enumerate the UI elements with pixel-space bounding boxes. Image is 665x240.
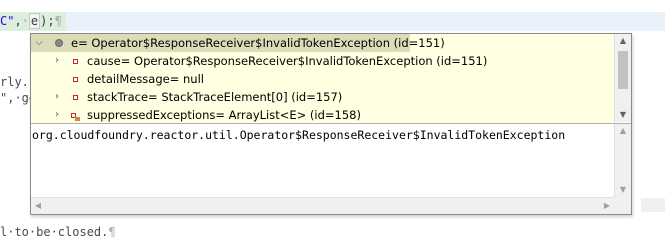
field-icon <box>73 77 78 82</box>
scroll-right-icon[interactable]: ▶ <box>600 198 614 214</box>
scrollbar-thumb[interactable] <box>618 51 628 89</box>
field-set-icon <box>71 113 80 121</box>
tree-row-cause[interactable]: › cause= Operator$ResponseReceiver$Inval… <box>31 52 613 70</box>
editor-horizontal-scrollbar[interactable] <box>641 198 665 212</box>
tree-vertical-scrollbar[interactable]: ▲ ▼ <box>614 34 631 122</box>
editor-line-fragment-top[interactable]: C",· e);¶ <box>0 12 66 31</box>
tree-row-label: e= Operator$ResponseReceiver$InvalidToke… <box>71 36 445 50</box>
detail-horizontal-scrollbar[interactable]: ◀ ▶ <box>31 197 614 214</box>
scroll-up-icon[interactable]: ▲ <box>615 124 631 138</box>
tree-row-detailmessage[interactable]: detailMessage= null <box>31 70 613 88</box>
scroll-down-icon[interactable]: ▼ <box>615 183 631 197</box>
current-line-highlight <box>66 12 665 31</box>
field-icon <box>73 95 78 100</box>
tree-row-label: stackTrace= StackTraceElement[0] (id=157… <box>87 90 343 104</box>
chevron-right-icon[interactable]: › <box>52 88 62 106</box>
chevron-down-icon[interactable]: ⌵ <box>34 34 44 52</box>
scroll-down-icon[interactable]: ▼ <box>615 108 631 122</box>
variable-tree: ⌵ e= Operator$ResponseReceiver$InvalidTo… <box>31 34 613 122</box>
chevron-right-icon[interactable]: › <box>52 106 62 122</box>
editor-line-fragment-bottom[interactable]: l·to·be·closed.¶ <box>0 224 116 240</box>
tree-row-label: suppressedExceptions= ArrayList<E> (id=1… <box>87 108 361 122</box>
detail-value-text[interactable]: org.cloudfoundry.reactor.util.Operator$R… <box>32 128 565 142</box>
tree-row-label: cause= Operator$ResponseReceiver$Invalid… <box>87 54 488 68</box>
detail-vertical-scrollbar[interactable]: ▲ ▼ <box>614 124 631 197</box>
detail-pane[interactable]: org.cloudfoundry.reactor.util.Operator$R… <box>31 123 631 214</box>
code-text: rly. <box>0 75 29 89</box>
tree-row-suppressedexceptions[interactable]: › suppressedExceptions= ArrayList<E> (id… <box>31 106 613 122</box>
chevron-right-icon[interactable]: › <box>52 52 62 70</box>
whitespace-marker: · <box>21 14 29 28</box>
scroll-up-icon[interactable]: ▲ <box>615 34 631 48</box>
debug-variable-popup: ⌵ e= Operator$ResponseReceiver$InvalidTo… <box>30 33 632 215</box>
field-icon <box>73 59 78 64</box>
pilcrow-marker: ¶ <box>108 225 116 239</box>
scroll-left-icon[interactable]: ◀ <box>31 198 45 214</box>
tree-row-e[interactable]: ⌵ e= Operator$ResponseReceiver$InvalidTo… <box>31 34 445 52</box>
variable-occurrence: e <box>28 13 41 29</box>
tree-row-stacktrace[interactable]: › stackTrace= StackTraceElement[0] (id=1… <box>31 88 613 106</box>
statement-end: ); <box>40 14 55 28</box>
scrollbar-corner <box>614 197 631 214</box>
code-text: l·to·be·closed. <box>0 225 109 239</box>
tree-row-label: detailMessage= null <box>87 72 204 86</box>
root-variable-icon <box>55 39 63 47</box>
comma: , <box>14 14 22 28</box>
string-literal: C" <box>0 14 15 28</box>
pilcrow-marker: ¶ <box>54 14 62 28</box>
